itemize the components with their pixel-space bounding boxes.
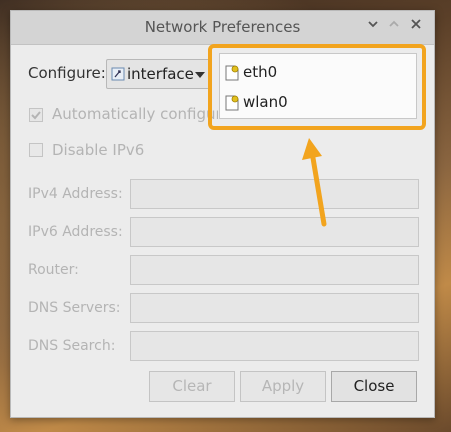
close-button[interactable]: Close [331,371,417,402]
apply-button[interactable]: Apply [240,371,326,402]
dns-servers-label: DNS Servers: [28,300,121,316]
close-icon [411,19,421,29]
configure-selected-value: interface [127,65,194,83]
chevron-down-icon [368,21,378,28]
auto-configure-checkbox[interactable] [29,108,43,122]
chevron-up-icon [389,20,399,27]
ipv6-address-input[interactable] [130,217,419,247]
router-input[interactable] [130,255,419,285]
disable-ipv6-checkbox[interactable] [29,143,43,157]
disable-ipv6-label: Disable IPv6 [52,141,145,159]
ipv4-address-label: IPv4 Address: [28,186,123,202]
configure-label: Configure: [28,64,106,82]
auto-configure-label: Automatically configure empty options [52,105,218,123]
minimize-button[interactable] [363,17,383,37]
clear-button[interactable]: Clear [149,371,235,402]
dropdown-arrow-icon [195,72,205,78]
ipv6-address-label: IPv6 Address: [28,224,123,240]
dns-search-input[interactable] [130,331,419,361]
dns-servers-input[interactable] [130,293,419,323]
maximize-button[interactable] [384,17,404,37]
dns-search-label: DNS Search: [28,338,116,354]
ipv4-address-input[interactable] [130,179,419,209]
network-interface-icon [111,67,125,81]
configure-combobox[interactable]: interface [106,59,210,89]
checkmark-icon [31,111,41,120]
router-label: Router: [28,262,79,278]
highlight-box [208,44,426,130]
close-window-button[interactable] [406,17,426,37]
title-bar[interactable]: Network Preferences [11,11,434,45]
